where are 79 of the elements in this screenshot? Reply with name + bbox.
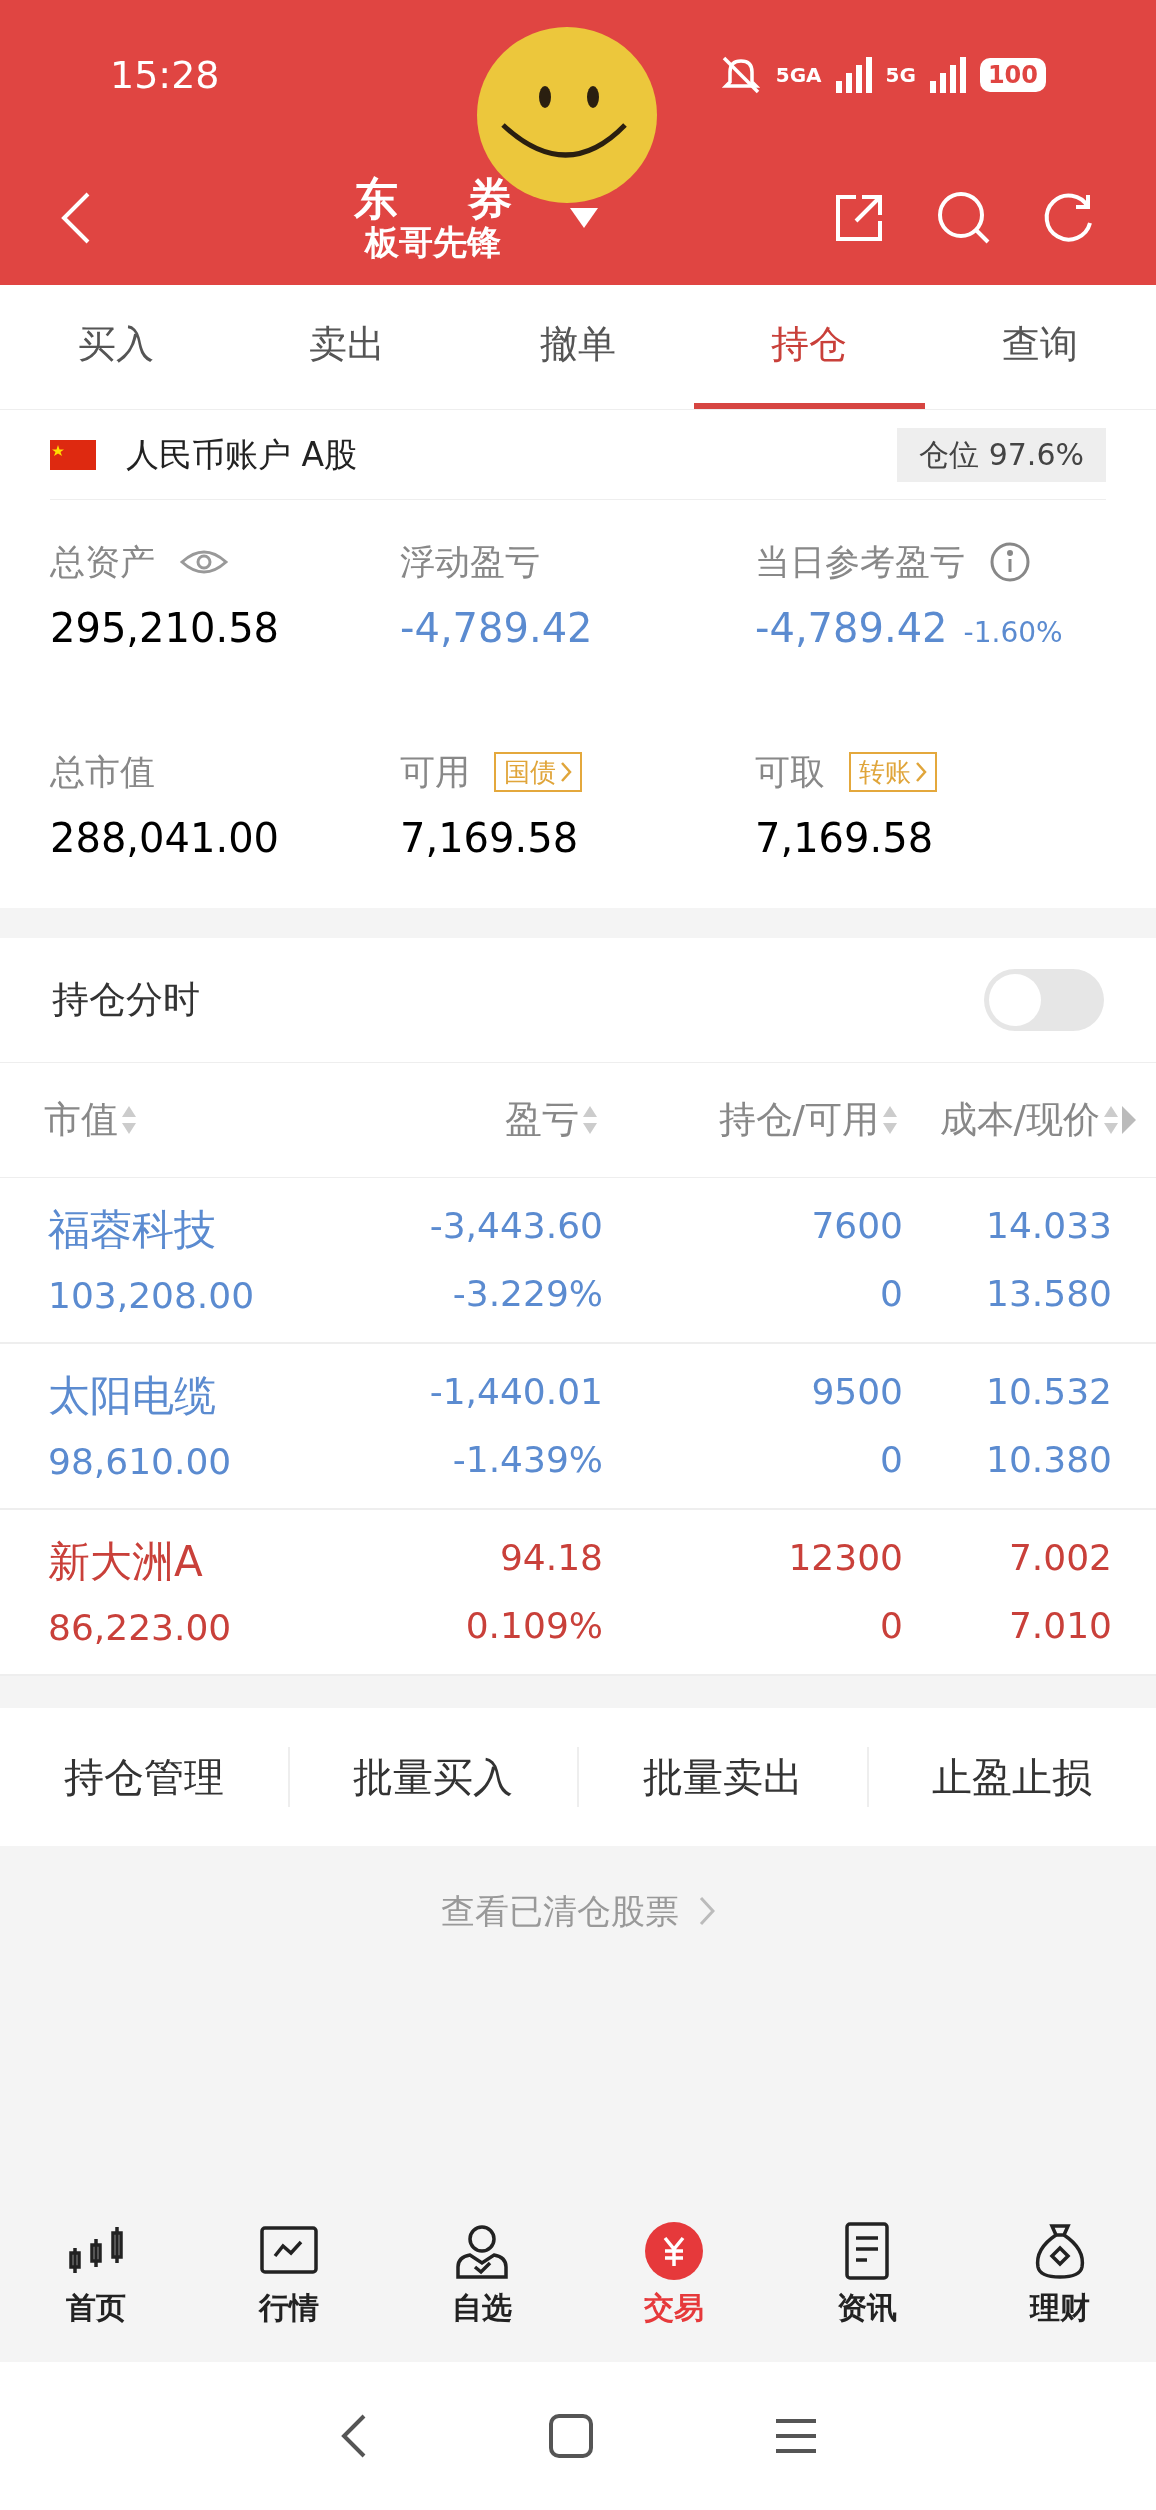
stat-value: 7,169.58 (755, 814, 934, 863)
holding-row[interactable]: 新大洲A 86,223.00 94.18 0.109% 12300 0 7.002 7.010 (0, 1510, 1156, 1676)
table-cell-text: 86,223.00 (48, 1605, 233, 1650)
table-cell-text: -1,440.01 (429, 1370, 603, 1414)
stat-value: 288,041.00 (50, 814, 280, 863)
flag-icon (50, 439, 96, 470)
app-title: 券 (468, 176, 512, 221)
chevron-icon (915, 761, 927, 783)
network-label: 5GA (775, 62, 822, 89)
stat-value: 7,169.58 (400, 814, 579, 863)
column-header[interactable]: 盈亏 (505, 1092, 579, 1148)
table-cell-text: 98,610.00 (48, 1439, 233, 1484)
signal-icon (927, 55, 968, 95)
dropdown-icon[interactable] (568, 205, 600, 230)
stat-value: 295,210.58 (50, 604, 280, 653)
intraday-label: 持仓分时 (52, 977, 200, 1024)
table-cell-text: 0.109% (465, 1604, 603, 1648)
menu-icon[interactable] (774, 2416, 818, 2456)
yen-icon (644, 2221, 705, 2281)
table-cell-text: 0 (880, 1272, 903, 1316)
stat-label: 可用 (400, 750, 470, 794)
eye-icon[interactable] (179, 547, 229, 577)
position-ratio: 仓位 97.6% (897, 427, 1106, 482)
table-cell-text: 7600 (811, 1204, 903, 1248)
tab[interactable]: 买入 (0, 285, 232, 409)
chevron-icon (699, 1896, 715, 1926)
stat-label: 当日参考盈亏 (755, 540, 965, 584)
table-cell-text: 10.532 (986, 1370, 1112, 1414)
stat-percent: -1.60% (963, 615, 1063, 651)
table-cell-text: 9500 (811, 1370, 903, 1414)
stat-label: 浮动盈亏 (400, 540, 540, 584)
nav-tab[interactable]: 首页 (0, 2221, 193, 2330)
tab[interactable]: 查询 (924, 285, 1156, 409)
stock-name: 福蓉科技 (48, 1203, 217, 1256)
action-button[interactable]: 批量卖出 (642, 1747, 803, 1807)
table-cell-text: 7.010 (1008, 1604, 1112, 1648)
stat-label: 总市值 (50, 750, 155, 794)
status-time: 15:28 (110, 51, 220, 99)
account-name: 人民币账户 A股 (126, 433, 358, 476)
table-cell-text: 14.033 (986, 1204, 1112, 1248)
table-cell-text: 13.580 (986, 1272, 1112, 1316)
chevron-icon (560, 761, 572, 783)
info-icon[interactable] (989, 541, 1031, 583)
table-cell-text: 103,208.00 (48, 1273, 256, 1318)
battery-level: 100 (979, 58, 1046, 92)
stat-value: -4,789.42 (400, 604, 593, 653)
table-cell-text: -3,443.60 (429, 1204, 603, 1248)
nav-tab[interactable]: 行情 (192, 2221, 386, 2330)
tab[interactable]: 撤单 (462, 285, 694, 409)
table-cell-text: 0 (880, 1604, 903, 1648)
app-title: 东 (354, 176, 398, 221)
stock-name: 太阳电缆 (48, 1369, 217, 1422)
home-icon[interactable] (548, 2413, 594, 2459)
nav-tab[interactable]: 理财 (963, 2221, 1156, 2330)
nav-tab[interactable]: 自选 (385, 2221, 578, 2330)
column-header[interactable]: 成本/现价 (939, 1092, 1100, 1148)
stat-value: -4,789.42 (755, 604, 948, 653)
account-subtitle: 板哥先锋 (365, 224, 501, 259)
table-cell-text: -1.439% (452, 1438, 603, 1482)
column-header[interactable]: 市值 (44, 1092, 118, 1148)
table-cell-text: 10.380 (986, 1438, 1112, 1482)
action-button[interactable]: 止盈止损 (932, 1747, 1093, 1807)
stat-label: 可取 (755, 750, 825, 794)
signal-icon (833, 55, 874, 95)
table-cell-text: 0 (880, 1438, 903, 1482)
tab[interactable]: 卖出 (231, 285, 463, 409)
table-cell-text: 12300 (788, 1536, 903, 1580)
nav-tab[interactable]: 交易 (578, 2221, 771, 2330)
table-cell-text: 94.18 (499, 1536, 603, 1580)
search-icon[interactable] (936, 189, 992, 246)
network-label: 5G (885, 62, 916, 89)
table-cell-text: -3.229% (452, 1272, 603, 1316)
action-button[interactable]: 持仓管理 (63, 1747, 224, 1807)
action-button[interactable]: 批量买入 (353, 1747, 514, 1807)
table-cell-text: 7.002 (1008, 1536, 1112, 1580)
stat-label: 总资产 (50, 540, 155, 584)
nav-tab[interactable]: 资讯 (770, 2221, 964, 2330)
column-header[interactable]: 持仓/可用 (718, 1092, 879, 1148)
stock-name: 新大洲A (48, 1535, 204, 1588)
